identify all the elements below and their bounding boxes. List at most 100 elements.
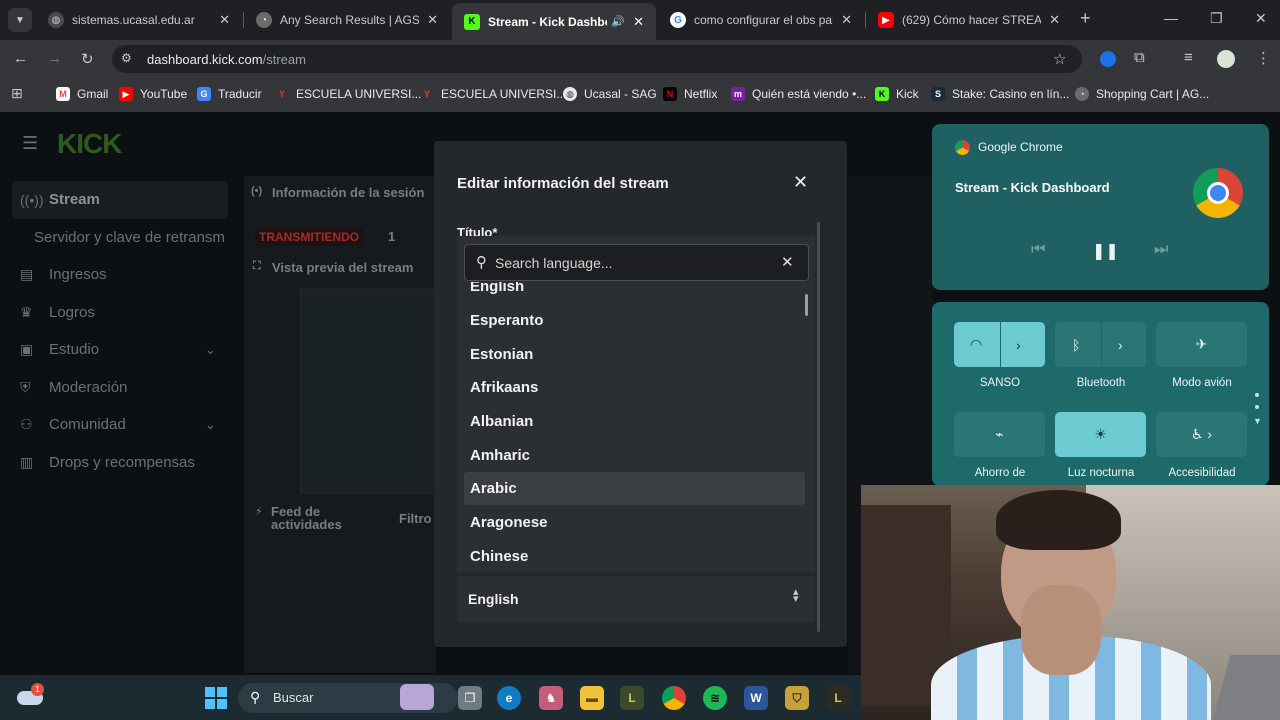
close-tab-icon[interactable]: ✕: [841, 12, 852, 28]
restore-icon[interactable]: ❐: [1210, 10, 1223, 27]
sidebar-item-moderacion[interactable]: ⛨ Moderación: [20, 379, 127, 396]
file-explorer-icon[interactable]: ▬: [580, 686, 604, 710]
bookmark-youtube[interactable]: ▶ YouTube: [119, 87, 187, 101]
tab-kick-dashboard[interactable]: K Stream - Kick Dashboard 🔊 ✕: [452, 3, 656, 40]
stream-preview-thumbnail[interactable]: [300, 288, 436, 494]
wifi-toggle[interactable]: ◠ ›: [954, 322, 1045, 367]
url-text[interactable]: dashboard.kick.com/stream: [147, 52, 306, 67]
sidebar-item-drops[interactable]: ▥ Drops y recompensas: [20, 454, 195, 471]
pause-icon[interactable]: ❚❚: [1092, 241, 1119, 261]
bookmark-stake[interactable]: S Stake: Casino en lín...: [931, 87, 1069, 101]
riot-vanguard-icon[interactable]: ⛉: [785, 686, 809, 710]
clear-search-icon[interactable]: ✕: [781, 253, 794, 271]
minimize-icon[interactable]: —: [1164, 10, 1178, 26]
chevron-right-icon[interactable]: ›: [1016, 337, 1021, 353]
language-option-albanian[interactable]: Albanian: [464, 405, 805, 438]
media-control-icon[interactable]: ≡: [1184, 49, 1193, 66]
language-search-input[interactable]: [495, 253, 765, 273]
language-option-english[interactable]: English: [464, 282, 805, 303]
bookmark-escuela-1[interactable]: Y ESCUELA UNIVERSI...: [275, 87, 421, 101]
sidebar-item-logros[interactable]: ♛ Logros: [20, 304, 95, 321]
new-tab-icon[interactable]: +: [1080, 8, 1091, 29]
weather-widget[interactable]: 1: [17, 683, 44, 709]
language-option-esperanto[interactable]: Esperanto: [464, 304, 805, 337]
sidebar-item-server-key[interactable]: Servidor y clave de retransm: [34, 229, 225, 246]
bookmark-kick[interactable]: K Kick: [875, 87, 919, 101]
kick-logo[interactable]: KICK: [57, 128, 122, 160]
chrome-icon: [955, 140, 970, 155]
sidebar-item-comunidad[interactable]: ⚇ Comunidad: [20, 416, 126, 433]
sidebar-item-ingresos[interactable]: ▤ Ingresos: [20, 266, 107, 283]
windows-start-icon[interactable]: [205, 687, 227, 709]
bookmark-escuela-2[interactable]: Y ESCUELA UNIVERSI...: [420, 87, 566, 101]
language-option-amharic[interactable]: Amharic: [464, 439, 805, 472]
site-info-icon[interactable]: ⚙: [121, 51, 132, 65]
audio-playing-icon[interactable]: 🔊: [611, 15, 625, 28]
hamburger-menu-icon[interactable]: ☰: [22, 133, 38, 154]
battery-saver-toggle[interactable]: ⌁: [954, 412, 1045, 457]
spotify-icon[interactable]: ≋: [703, 686, 727, 710]
search-icon: ⚲: [476, 254, 487, 271]
close-icon[interactable]: ✕: [793, 172, 808, 193]
close-tab-icon[interactable]: ✕: [633, 14, 644, 30]
modal-scrollbar[interactable]: [817, 222, 820, 632]
tab-agsuple[interactable]: ◔ Any Search Results | AGSuple ✕: [244, 4, 450, 36]
apps-grid-icon[interactable]: ⊞: [11, 85, 23, 102]
menu-icon[interactable]: ⋮: [1256, 49, 1271, 67]
chevron-down-icon[interactable]: ⌄: [205, 342, 216, 358]
sidebar-item-stream[interactable]: ((•)) Stream: [20, 191, 100, 208]
close-tab-icon[interactable]: ✕: [219, 12, 230, 28]
filter-button[interactable]: Filtro: [399, 511, 432, 526]
language-list-scrollbar[interactable]: [805, 294, 808, 316]
bookmark-ucasal-sag[interactable]: ◍ Ucasal - SAG: [563, 87, 657, 101]
bookmark-traducir[interactable]: G Traducir: [197, 87, 262, 101]
ucasal-icon: Y: [278, 89, 285, 99]
close-window-icon[interactable]: ✕: [1255, 10, 1267, 27]
bookmark-star-icon[interactable]: ☆: [1053, 50, 1066, 68]
tab-google-obs[interactable]: G como configurar el obs para ✕: [658, 4, 864, 36]
back-icon[interactable]: ←: [13, 50, 28, 67]
webcam-overlay: [861, 485, 1280, 720]
language-option-arabic[interactable]: Arabic: [464, 472, 805, 505]
task-view-icon[interactable]: ❐: [458, 686, 482, 710]
next-track-icon[interactable]: ⏭: [1154, 241, 1168, 259]
game-app-icon[interactable]: ♞: [539, 686, 563, 710]
live-status-badge: TRANSMITIENDO: [255, 228, 363, 246]
language-option-aragonese[interactable]: Aragonese: [464, 506, 805, 539]
bookmark-quien-esta-viendo[interactable]: m Quién está viendo •...: [731, 87, 866, 101]
forward-icon[interactable]: →: [47, 50, 62, 67]
trophy-icon: ♛: [20, 304, 33, 320]
language-option-chinese[interactable]: Chinese: [464, 540, 805, 572]
tab-youtube[interactable]: ▶ (629) Cómo hacer STREAM e ✕: [866, 4, 1072, 36]
language-option-afrikaans[interactable]: Afrikaans: [464, 371, 805, 404]
bookmark-netflix[interactable]: N Netflix: [663, 87, 717, 101]
chevron-down-icon[interactable]: ⌄: [205, 417, 216, 433]
page-dot[interactable]: [1255, 393, 1259, 397]
edge-icon[interactable]: e: [497, 686, 521, 710]
tab-search-button[interactable]: ▼: [8, 8, 32, 32]
chevron-right-icon[interactable]: ›: [1118, 337, 1123, 353]
extensions-puzzle-icon[interactable]: ⧉: [1134, 49, 1145, 66]
page-dot[interactable]: [1255, 405, 1259, 409]
chrome-icon[interactable]: [662, 686, 686, 710]
sidebar-item-estudio[interactable]: ▣ Estudio: [20, 341, 99, 358]
max-icon: m: [731, 87, 745, 101]
close-tab-icon[interactable]: ✕: [427, 12, 438, 28]
tab-sistemas[interactable]: ◍ sistemas.ucasal.edu.ar ✕: [36, 4, 242, 36]
close-tab-icon[interactable]: ✕: [1049, 12, 1060, 28]
bookmark-gmail[interactable]: M Gmail: [56, 87, 108, 101]
bluetooth-toggle[interactable]: ᛒ ›: [1055, 322, 1146, 367]
airplane-toggle[interactable]: ✈: [1156, 322, 1247, 367]
league-icon[interactable]: L: [620, 686, 644, 710]
bookmark-shopping-cart[interactable]: ◔ Shopping Cart | AG...: [1075, 87, 1209, 101]
league-client-icon[interactable]: L: [826, 686, 850, 710]
profile-avatar[interactable]: [1217, 50, 1235, 68]
language-option-estonian[interactable]: Estonian: [464, 338, 805, 371]
night-light-toggle[interactable]: ☀: [1055, 412, 1146, 457]
reload-icon[interactable]: ↻: [81, 50, 94, 68]
extension-icon[interactable]: [1100, 51, 1116, 67]
previous-track-icon[interactable]: ⏮: [1031, 241, 1045, 259]
chevron-down-icon[interactable]: ▼: [1253, 416, 1262, 426]
accessibility-toggle[interactable]: ♿ ›: [1156, 412, 1247, 457]
word-icon[interactable]: W: [744, 686, 768, 710]
